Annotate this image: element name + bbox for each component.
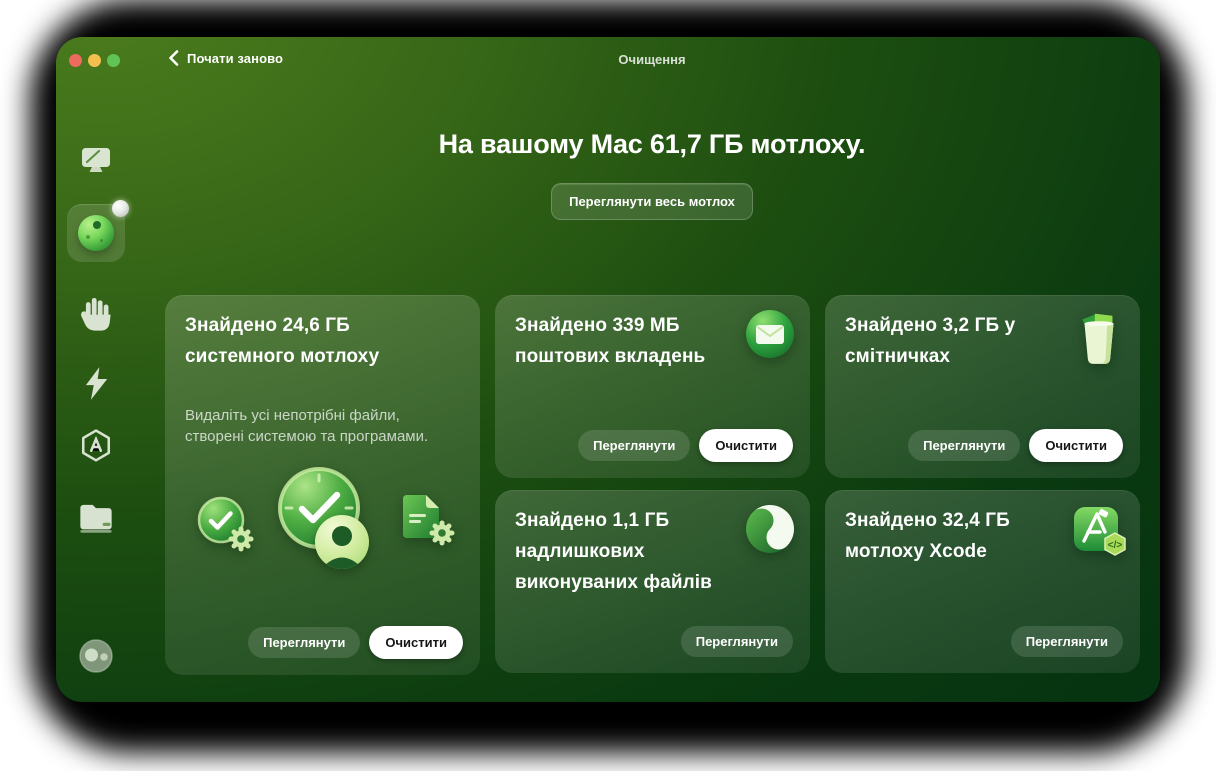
assistant-ball-icon [78, 638, 114, 674]
sidebar-item-applications[interactable] [79, 427, 113, 465]
review-button[interactable]: Переглянути [578, 430, 690, 461]
notification-dot [112, 200, 129, 217]
mac-display-icon [79, 145, 113, 177]
cleanup-sphere-icon [78, 215, 114, 251]
junk-summary-headline: На вашому Mac 61,7 ГБ мотлоху. [144, 129, 1160, 160]
review-button[interactable]: Переглянути [248, 627, 360, 658]
card-title: Знайдено 24,6 ГБ системного мотлоху [185, 310, 465, 372]
mail-attachments-icon [746, 310, 794, 358]
card-mail-attachments[interactable]: Знайдено 339 МБ поштових вкладень Перегл… [495, 295, 810, 478]
card-title: Знайдено 32,4 ГБ мотлоху Xcode [845, 505, 1060, 567]
folder-icon [77, 498, 115, 534]
sidebar-item-smart-care[interactable] [78, 143, 114, 179]
review-button[interactable]: Переглянути [1011, 626, 1123, 657]
xcode-junk-icon: </> [1072, 505, 1128, 561]
clean-button[interactable]: Очистити [1029, 429, 1123, 462]
card-trash-bins[interactable]: Знайдено 3,2 ГБ у смітничках Переглянути… [825, 295, 1140, 478]
lightning-icon [81, 366, 111, 402]
minimize-window-button[interactable] [88, 54, 101, 67]
card-title: Знайдено 3,2 ГБ у смітничках [845, 310, 1070, 372]
screenshot-stage: Почати заново Очищення На вашому Mac 61,… [0, 0, 1216, 771]
review-button[interactable]: Переглянути [908, 430, 1020, 461]
clean-button[interactable]: Очистити [369, 626, 463, 659]
sidebar-item-assistant[interactable] [78, 638, 114, 674]
sidebar-item-protection[interactable] [77, 294, 115, 334]
universal-binaries-icon [746, 505, 794, 553]
trash-bins-icon [1074, 310, 1124, 366]
code-badge-label: </> [1108, 540, 1123, 551]
review-button[interactable]: Переглянути [681, 626, 793, 657]
sidebar-item-performance[interactable] [80, 365, 112, 403]
user-avatar-icon [315, 515, 369, 569]
card-universal-binaries[interactable]: Знайдено 1,1 ГБ надлишкових виконуваних … [495, 490, 810, 673]
sidebar-item-cleanup-active[interactable] [67, 204, 125, 262]
card-title: Знайдено 339 МБ поштових вкладень [515, 310, 740, 372]
review-all-junk-button[interactable]: Переглянути весь мотлох [551, 183, 753, 220]
card-xcode-junk[interactable]: Знайдено 32,4 ГБ мотлоху Xcode [825, 490, 1140, 673]
zoom-window-button[interactable] [107, 54, 120, 67]
clean-button[interactable]: Очистити [699, 429, 793, 462]
app-window: Почати заново Очищення На вашому Mac 61,… [56, 37, 1160, 702]
card-system-junk[interactable]: Знайдено 24,6 ГБ системного мотлоху Вида… [165, 295, 480, 675]
card-title: Знайдено 1,1 ГБ надлишкових виконуваних … [515, 505, 730, 598]
sidebar-item-my-clutter[interactable] [77, 497, 115, 535]
card-description: Видаліть усі непотрібні файли, створені … [185, 405, 459, 447]
window-title: Очищення [144, 52, 1160, 67]
applications-icon [79, 428, 113, 465]
hand-icon [79, 295, 113, 333]
close-window-button[interactable] [69, 54, 82, 67]
